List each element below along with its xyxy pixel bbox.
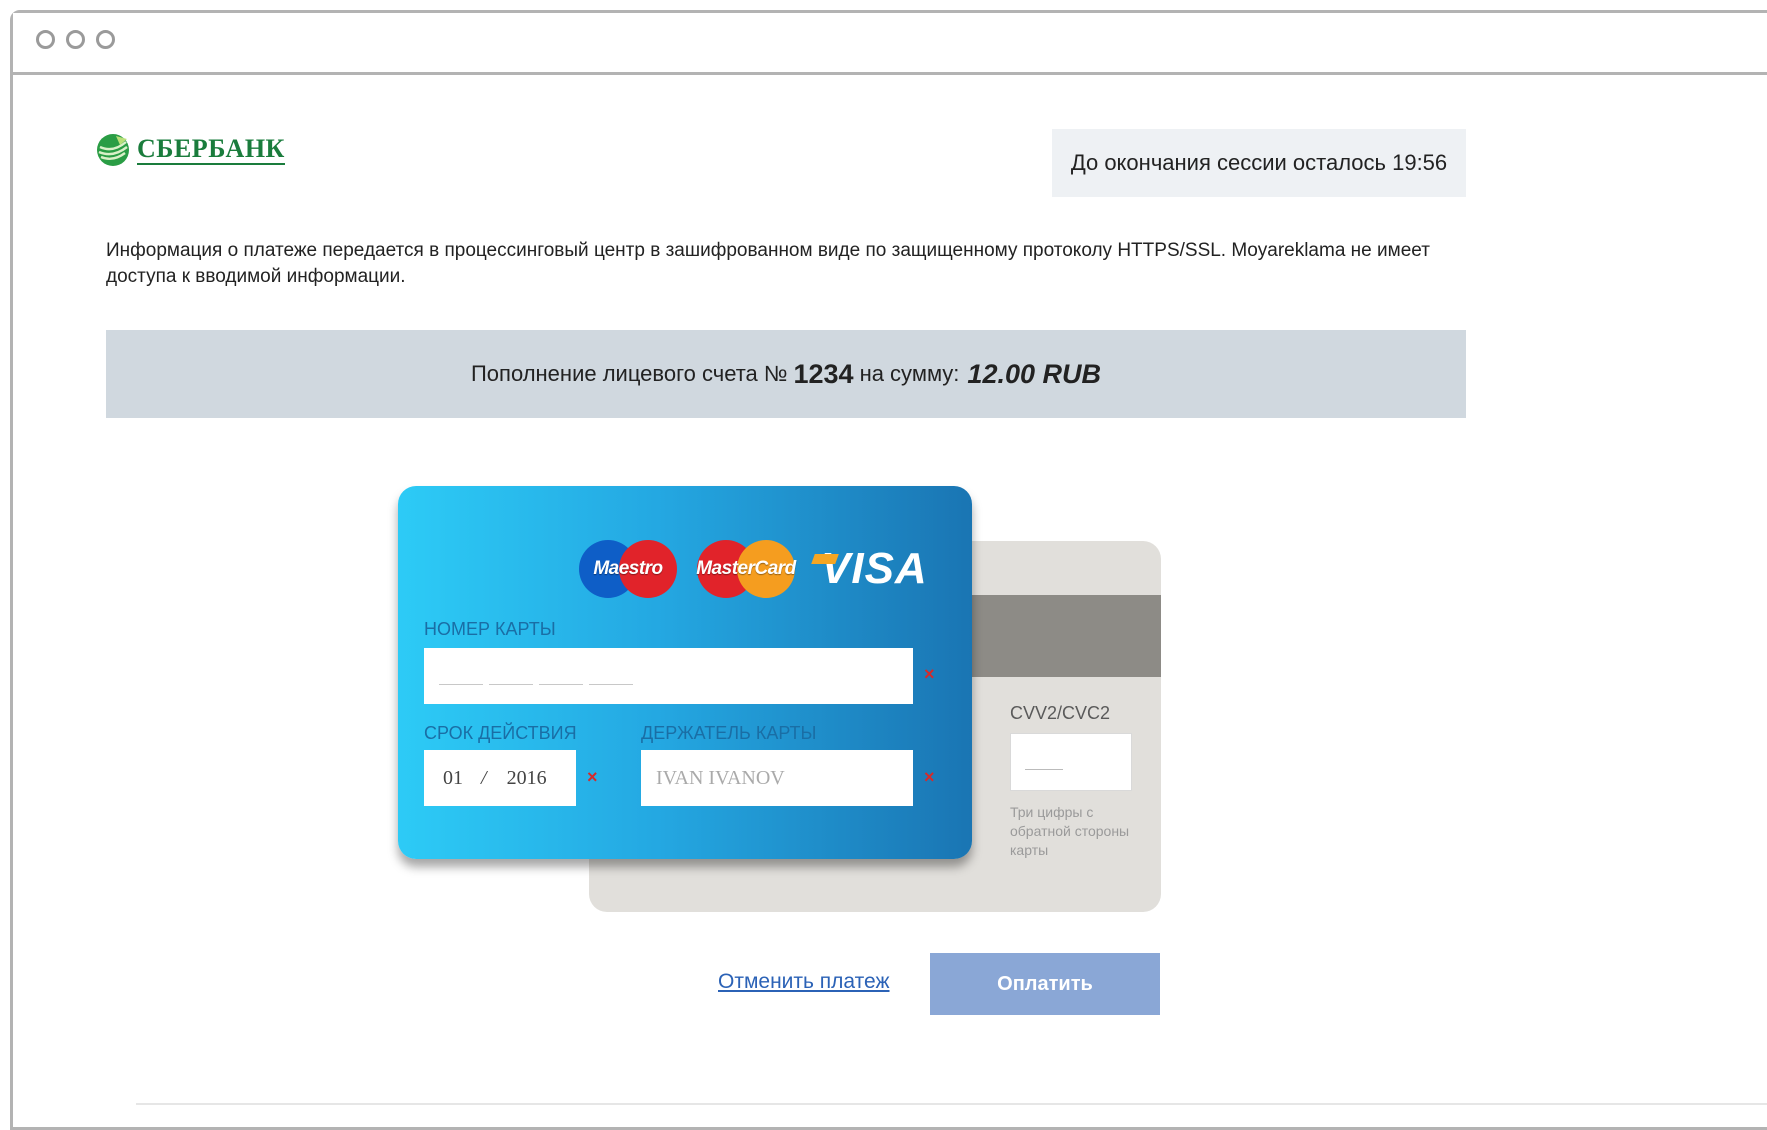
session-timer: До окончания сессии осталось 19:56 bbox=[1052, 129, 1466, 197]
expiry-input: 01 / 2016 bbox=[424, 750, 576, 806]
card-number-group-2 bbox=[489, 684, 533, 685]
pay-button[interactable]: Оплатить bbox=[930, 953, 1160, 1015]
card-number-required-mark: × bbox=[924, 664, 935, 684]
browser-titlebar bbox=[13, 13, 1767, 75]
payment-middle: на сумму: bbox=[859, 361, 960, 386]
expiry-year[interactable]: 2016 bbox=[507, 767, 547, 790]
window-control-close[interactable] bbox=[36, 30, 55, 49]
expiry-month[interactable]: 01 bbox=[443, 767, 463, 790]
window-control-maximize[interactable] bbox=[96, 30, 115, 49]
security-info-text: Информация о платеже передается в процес… bbox=[106, 240, 1430, 287]
expiry-required-mark: × bbox=[587, 767, 598, 787]
cvv-label: CVV2/CVC2 bbox=[1010, 703, 1111, 723]
card-holder-placeholder: IVAN IVANOV bbox=[656, 766, 785, 789]
visa-logo: VISA bbox=[811, 544, 928, 594]
card-number-group-4 bbox=[589, 684, 633, 685]
cvv-hint: Три цифры с обратной стороны карты bbox=[1010, 804, 1130, 858]
payment-summary: Пополнение лицевого счета № 1234 на сумм… bbox=[106, 330, 1466, 418]
payment-prefix: Пополнение лицевого счета № bbox=[470, 361, 788, 386]
visa-text: VISA bbox=[821, 544, 928, 593]
window-control-minimize[interactable] bbox=[66, 30, 85, 49]
card-holder-required-mark: × bbox=[924, 767, 935, 787]
card-holder-label: ДЕРЖАТЕЛЬ КАРТЫ bbox=[641, 723, 817, 743]
card-holder-input[interactable]: IVAN IVANOV bbox=[641, 750, 913, 806]
visa-accent-mark bbox=[811, 554, 839, 564]
mastercard-text: MasterCard bbox=[696, 558, 796, 579]
maestro-text: Maestro bbox=[593, 558, 663, 579]
mastercard-logo: MasterCard bbox=[696, 540, 796, 598]
card-number-group-1 bbox=[439, 684, 483, 685]
session-timer-text: До окончания сессии осталось 19:56 bbox=[1070, 150, 1448, 175]
bottom-divider bbox=[136, 1103, 1767, 1105]
expiry-separator: / bbox=[481, 766, 487, 789]
cvv-placeholder bbox=[1025, 769, 1063, 770]
cvv-input[interactable] bbox=[1010, 733, 1132, 791]
maestro-logo: Maestro bbox=[579, 540, 677, 598]
card-brand-logos: Maestro MasterCard VISA bbox=[579, 540, 928, 598]
cancel-payment-link[interactable]: Отменить платеж bbox=[718, 970, 890, 994]
card-front: Maestro MasterCard VISA НОМЕР КАРТЫ × СР… bbox=[398, 486, 972, 859]
sberbank-logo: СБЕРБАНК bbox=[96, 133, 285, 167]
sberbank-leaf-icon bbox=[97, 134, 129, 166]
expiry-label: СРОК ДЕЙСТВИЯ bbox=[424, 723, 577, 743]
account-number: 1234 bbox=[793, 358, 854, 389]
card-number-group-3 bbox=[539, 684, 583, 685]
bank-name: СБЕРБАНК bbox=[137, 133, 285, 165]
card-number-label: НОМЕР КАРТЫ bbox=[424, 619, 556, 639]
card-number-input[interactable] bbox=[424, 648, 913, 704]
payment-amount: 12.00 RUB bbox=[967, 358, 1101, 389]
